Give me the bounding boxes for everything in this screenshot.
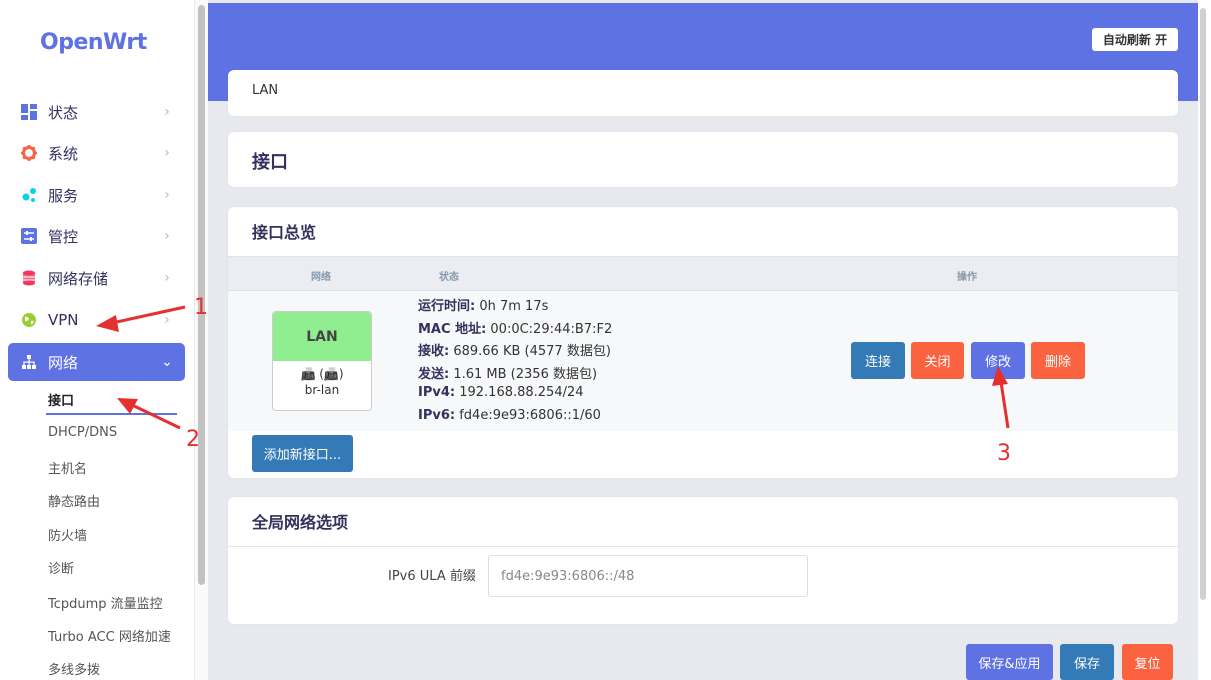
table-header: 网络 状态 操作	[228, 256, 1178, 291]
sidebar-item-label: 系统	[48, 144, 79, 163]
annotation-label-3: 3	[997, 441, 1011, 466]
gear-icon	[20, 144, 38, 162]
subnav-multiwan[interactable]: 多线多拨	[48, 659, 100, 678]
sidebar-item-label: 网络	[48, 353, 79, 372]
annotation-label-1: 1	[194, 295, 208, 320]
interface-device: br-lan	[304, 383, 340, 397]
breadcrumb-card: LAN	[228, 70, 1178, 116]
sidebar-item-system[interactable]: 系统 ›	[8, 134, 185, 172]
delete-button[interactable]: 删除	[1031, 342, 1085, 379]
section-title: 全局网络选项	[252, 513, 349, 532]
sidebar-item-control[interactable]: 管控 ›	[8, 217, 185, 255]
subnav-hostnames[interactable]: 主机名	[48, 458, 87, 477]
sidebar-item-vpn[interactable]: VPN ›	[8, 301, 185, 339]
title-card: 接口	[228, 132, 1178, 187]
subnav-firewall[interactable]: 防火墙	[48, 525, 87, 544]
sidebar-item-label: 管控	[48, 227, 79, 246]
page-scrollbar-thumb[interactable]	[1200, 8, 1206, 600]
save-button[interactable]: 保存	[1060, 644, 1114, 680]
column-header: 状态	[439, 272, 459, 283]
section-title: 接口总览	[252, 223, 317, 242]
status-ipv4: IPv4: 192.168.88.254/24	[418, 385, 584, 400]
breadcrumb[interactable]: LAN	[252, 83, 278, 98]
chevron-down-icon: ⌄	[161, 354, 173, 370]
openwrt-logo[interactable]: OpenWrt	[40, 30, 147, 55]
subnav-static-routes[interactable]: 静态路由	[48, 491, 100, 510]
sidebar-item-storage[interactable]: 网络存储 ›	[8, 259, 185, 297]
status-rx: 接收: 689.66 KB (4577 数据包)	[418, 344, 611, 359]
status-uptime: 运行时间: 0h 7m 17s	[418, 299, 549, 314]
sidebar-item-label: 网络存储	[48, 269, 109, 288]
chevron-right-icon: ›	[164, 104, 170, 120]
stop-button[interactable]: 关闭	[911, 342, 964, 379]
reset-button[interactable]: 复位	[1122, 644, 1173, 680]
sidebar-item-services[interactable]: 服务 ›	[8, 176, 185, 214]
save-apply-button[interactable]: 保存&应用	[966, 644, 1053, 680]
annotation-label-2: 2	[186, 427, 200, 452]
add-interface-button[interactable]: 添加新接口...	[252, 435, 353, 472]
ethernet-port-icon: 📠 (📠)	[300, 367, 344, 381]
sidebar-item-label: 状态	[48, 103, 79, 122]
ipv6-ula-label: IPv6 ULA 前缀	[388, 569, 476, 584]
edit-button[interactable]: 修改	[971, 342, 1025, 379]
subnav-interfaces[interactable]: 接口	[48, 390, 74, 409]
sidebar: OpenWrt 状态 › 系统 › 服务 › 管控 › 网络存储 › VPN ›…	[0, 0, 194, 680]
sidebar-item-status[interactable]: 状态 ›	[8, 93, 185, 131]
column-header: 操作	[957, 272, 977, 283]
interface-name: LAN	[273, 312, 371, 361]
chevron-right-icon: ›	[164, 228, 170, 244]
interfaces-overview-card: 接口总览 网络 状态 操作 LAN 📠 (📠) br-lan 运行时间: 0h …	[228, 207, 1178, 478]
chevron-right-icon: ›	[164, 312, 170, 328]
sidebar-item-label: 服务	[48, 186, 79, 205]
sliders-icon	[20, 227, 38, 245]
status-ipv6: IPv6: fd4e:9e93:6806::1/60	[418, 408, 601, 423]
chevron-right-icon: ›	[164, 145, 170, 161]
network-icon	[20, 353, 38, 371]
subnav-diagnostics[interactable]: 诊断	[48, 558, 74, 577]
sidebar-item-label: VPN	[48, 311, 79, 329]
chevron-right-icon: ›	[164, 187, 170, 203]
subnav-active-underline	[46, 413, 177, 415]
page-title: 接口	[252, 152, 288, 173]
services-icon	[20, 186, 38, 204]
table-row: LAN 📠 (📠) br-lan 运行时间: 0h 7m 17s MAC 地址:…	[228, 291, 1178, 431]
status-mac: MAC 地址: 00:0C:29:44:B7:F2	[418, 322, 613, 337]
dashboard-icon	[20, 103, 38, 121]
interface-badge[interactable]: LAN 📠 (📠) br-lan	[272, 311, 372, 411]
ipv6-ula-input[interactable]: fd4e:9e93:6806::/48	[488, 555, 808, 597]
column-header: 网络	[311, 272, 331, 283]
subnav-tcpdump[interactable]: Tcpdump 流量监控	[48, 593, 163, 612]
auto-refresh-button[interactable]: 自动刷新 开	[1092, 28, 1178, 51]
vpn-globe-icon	[20, 311, 38, 329]
connect-button[interactable]: 连接	[851, 342, 905, 379]
subnav-dhcp-dns[interactable]: DHCP/DNS	[48, 425, 117, 440]
subnav-turbo-acc[interactable]: Turbo ACC 网络加速	[48, 626, 171, 645]
status-tx: 发送: 1.61 MB (2356 数据包)	[418, 367, 598, 382]
database-icon	[20, 269, 38, 287]
divider	[228, 546, 1178, 547]
global-options-card: 全局网络选项 IPv6 ULA 前缀 fd4e:9e93:6806::/48	[228, 497, 1178, 624]
chevron-right-icon: ›	[164, 270, 170, 286]
sidebar-item-network[interactable]: 网络 ⌄	[8, 343, 185, 381]
